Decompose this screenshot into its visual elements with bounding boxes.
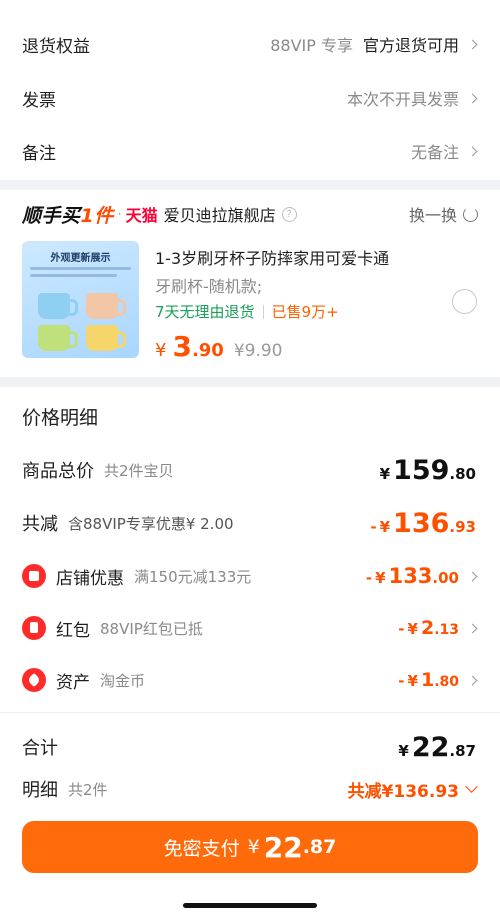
product-thumbnail[interactable]: 外观更新展示 [22,241,139,358]
divider-line [0,712,500,713]
redpacket-row[interactable]: 红包 88VIP红包已抵 - ¥ 2 .13 [0,610,500,646]
shop-header: 顺手买1件 · 天猫 爱贝迪拉旗舰店 ? 换一换 [22,196,478,232]
thumbnail-caption-line [30,274,117,277]
add-item-radio[interactable] [452,289,477,314]
original-price: ¥9.90 [233,341,283,361]
store-discount-label: 店铺优惠 [56,568,124,589]
return-rights-value: 官方退货可用 [362,36,459,55]
return-rights-label: 退货权益 [22,36,90,57]
product-price: ¥ 3 .90 ¥9.90 [155,330,283,363]
sum-row: 合计 ¥ 22 .87 [0,728,500,766]
invoice-label: 发票 [22,90,56,111]
product-title[interactable]: 1-3岁刷牙杯子防摔家用可爱卡通 [155,245,389,269]
section-divider [0,180,500,190]
chevron-down-icon [465,779,478,793]
asset-row[interactable]: 资产 淘金币 - ¥ 1 .80 [0,662,500,698]
detail-row[interactable]: 明细 共2件 共减¥136.93 [0,772,500,806]
chevron-right-icon [467,675,478,685]
detail-label: 明细 [22,780,58,801]
detail-discount: 共减¥136.93 [347,781,459,802]
mug-image [86,325,126,351]
tmall-logo: 天猫 [125,206,158,225]
chevron-right-icon [467,623,478,633]
note-row[interactable]: 备注 无备注 [0,131,500,171]
sum-label: 合计 [22,738,58,759]
redpacket-label: 红包 [56,620,90,641]
swap-button[interactable]: 换一换 [409,202,478,226]
red-packet-icon [22,616,46,640]
return-tag: 7天无理由退货 [155,303,255,321]
home-indicator [183,903,317,908]
total-label: 商品总价 [22,461,94,482]
chevron-right-icon [467,39,478,49]
mug-image [38,325,78,351]
sold-count: 已售9万+ [271,303,339,321]
note-label: 备注 [22,143,56,164]
asset-amount: - ¥ 1 .80 [398,669,459,691]
asset-label: 资产 [56,672,90,693]
redpacket-amount: - ¥ 2 .13 [398,617,459,639]
thumbnail-caption-line [30,267,131,270]
note-value: 无备注 [410,143,459,162]
store-discount-amount: - ¥ 133 .00 [365,564,459,588]
chevron-right-icon [467,146,478,156]
shop-name[interactable]: 爱贝迪拉旗舰店 [164,202,276,226]
chevron-right-icon [467,571,478,581]
mug-image [86,293,126,319]
total-amount: ¥ 159 .80 [379,454,476,486]
section-divider [0,377,500,387]
chevron-right-icon [467,93,478,103]
refresh-icon [463,206,478,222]
return-rights-row[interactable]: 退货权益 88VIP 专享 官方退货可用 [0,24,500,64]
pay-button[interactable]: 免密支付 ¥ 22 .87 [22,821,478,873]
mug-image [38,293,78,319]
vip-tag: 88VIP 专享 [270,36,353,55]
asset-note: 淘金币 [100,671,146,690]
detail-count: 共2件 [68,780,108,799]
shunshoumai-logo: 顺手买1件 [22,204,114,227]
discount-amount: - ¥ 136 .93 [370,507,476,539]
redpacket-note: 88VIP红包已抵 [100,619,203,638]
discount-note: 含88VIP专享优惠¥ 2.00 [68,514,234,533]
swap-label: 换一换 [408,206,457,225]
tag-separator [262,304,264,319]
total-count: 共2件宝贝 [104,461,174,480]
discount-label: 共减 [22,514,58,535]
store-icon [22,564,46,588]
product-tags: 7天无理由退货 已售9万+ [155,301,339,322]
store-discount-row[interactable]: 店铺优惠 满150元减133元 - ¥ 133 .00 [0,558,500,594]
product-sku: 牙刷杯-随机款; [155,277,263,296]
tag-icon [22,668,46,692]
price-details-title: 价格明细 [22,407,99,429]
sum-amount: ¥ 22 .87 [398,731,476,763]
pay-label: 免密支付 [163,837,240,860]
invoice-value: 本次不开具发票 [346,90,459,109]
separator-dot: · [117,207,122,221]
invoice-row[interactable]: 发票 本次不开具发票 [0,78,500,118]
total-row: 商品总价 共2件宝贝 ¥ 159 .80 [0,452,500,488]
store-discount-rule: 满150元减133元 [134,567,252,586]
help-icon[interactable]: ? [281,206,297,222]
discount-row: 共减 含88VIP专享优惠¥ 2.00 - ¥ 136 .93 [0,505,500,541]
thumbnail-title: 外观更新展示 [50,253,111,264]
